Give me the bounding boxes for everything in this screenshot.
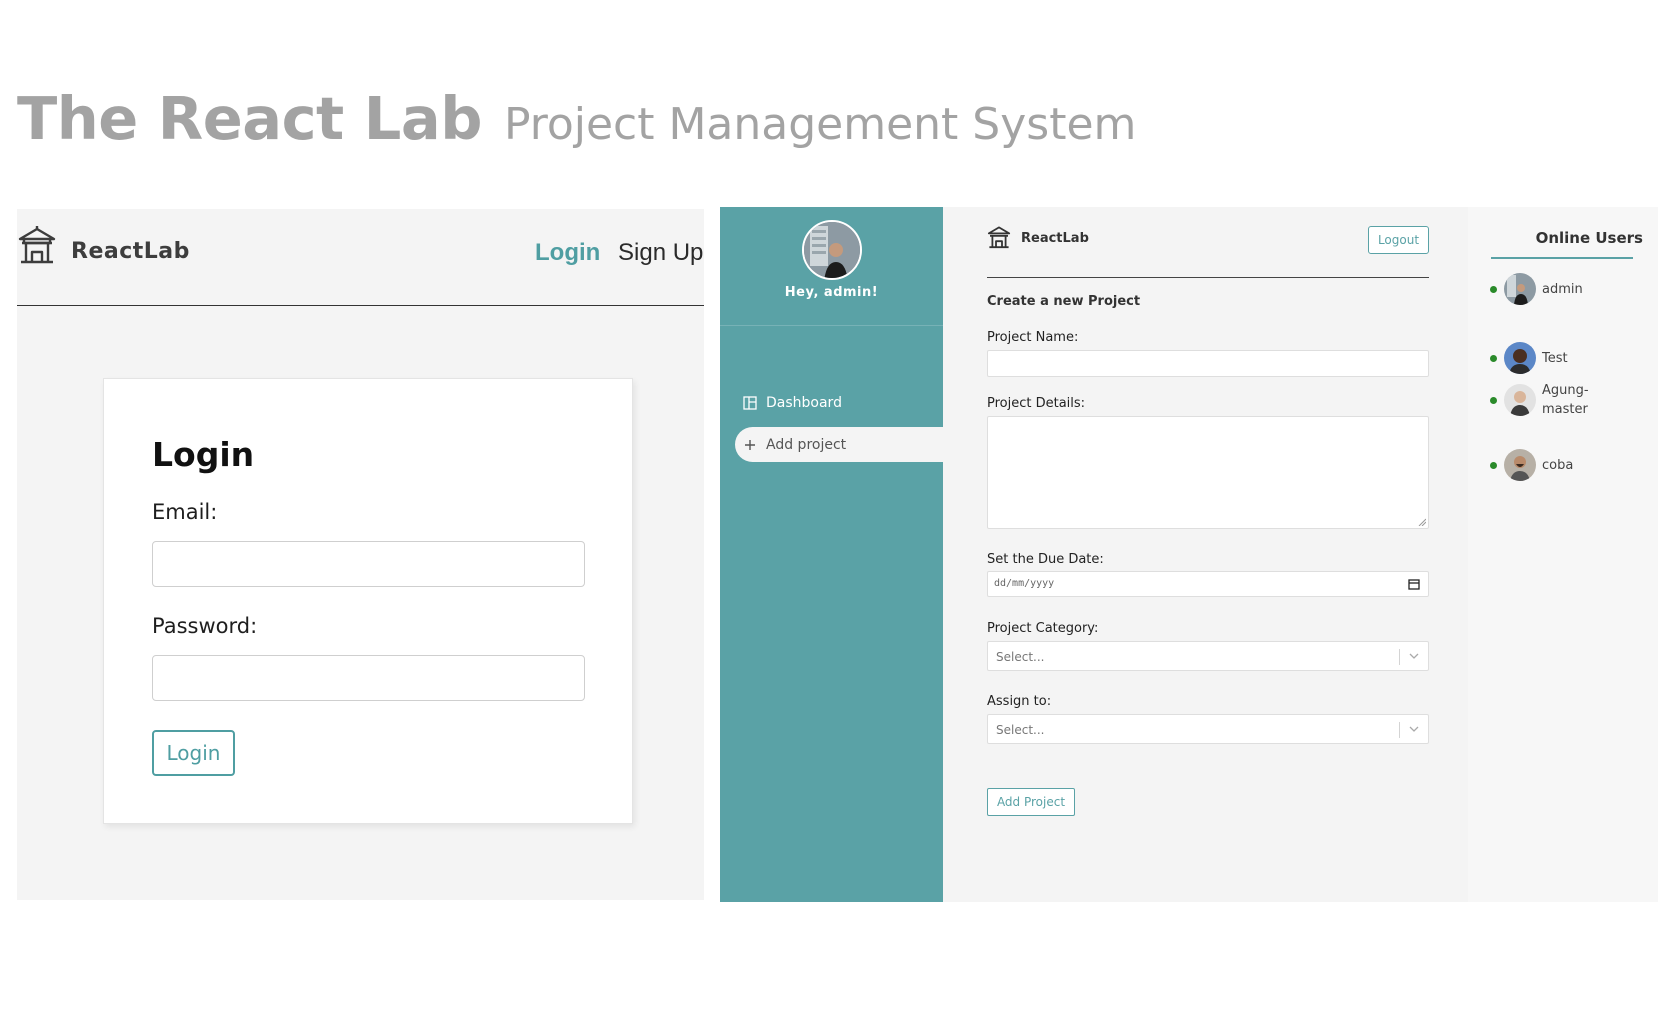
project-name-label: Project Name: [987,330,1079,345]
online-user-name: Test [1542,350,1568,366]
avatar [1504,273,1536,305]
avatar-photo-icon [804,222,860,278]
brand-name[interactable]: ReactLab [1021,231,1089,246]
sidebar-divider [720,325,943,326]
page: The React Lab Project Management System … [0,0,1678,1020]
assign-select[interactable]: Select... [987,714,1429,744]
avatar [1504,449,1536,481]
project-details-label: Project Details: [987,396,1086,411]
header-divider [987,277,1429,278]
due-date-placeholder: dd/mm/yyyy [994,578,1055,589]
password-field[interactable] [152,655,585,701]
category-placeholder: Select... [996,650,1045,664]
user-photo-icon [1504,384,1536,416]
online-user[interactable]: coba [1490,449,1573,481]
hero-title: The React Lab [17,84,482,153]
due-date-input[interactable]: dd/mm/yyyy [987,571,1429,597]
due-date-label: Set the Due Date: [987,552,1104,567]
email-label: Email: [152,500,218,524]
online-status-dot [1490,354,1497,362]
sidebar: Hey, admin! Dashboard Add project [720,207,943,902]
user-photo-icon [1504,273,1536,305]
online-user-name: coba [1542,457,1574,473]
avatar [1504,342,1536,374]
project-details-textarea[interactable] [987,416,1429,529]
online-user[interactable]: Agung-master [1490,381,1602,419]
sidebar-item-label: Dashboard [766,394,842,411]
select-separator [1399,649,1400,665]
email-field[interactable] [152,541,585,587]
sidebar-item-dashboard[interactable]: Dashboard [735,385,943,420]
brand-name[interactable]: ReactLab [71,239,190,264]
temple-logo-icon [18,226,56,264]
logout-button[interactable]: Logout [1368,226,1429,254]
login-title: Login [152,435,255,474]
online-user[interactable]: admin [1490,273,1583,305]
login-button[interactable]: Login [152,730,235,776]
online-users-panel: Online Users admin Test Agung-master cob… [1468,207,1658,902]
sidebar-item-add-project[interactable]: Add project [735,427,943,462]
select-separator [1399,722,1400,738]
add-project-button[interactable]: Add Project [987,788,1075,816]
calendar-icon[interactable] [1408,578,1420,590]
online-status-dot [1490,461,1497,469]
user-photo-icon [1504,342,1536,374]
online-status-dot [1490,396,1497,404]
plus-icon [743,438,757,452]
sidebar-item-label: Add project [766,436,847,453]
project-name-input[interactable] [987,350,1429,377]
dashboard-icon [743,395,757,410]
category-select[interactable]: Select... [987,641,1429,671]
online-status-dot [1490,285,1497,293]
online-users-divider [1491,257,1633,259]
login-card: Login Email: Password: Login [103,378,633,824]
avatar [802,220,862,280]
temple-logo-icon [987,226,1011,249]
online-user-name: admin [1542,281,1583,297]
assign-placeholder: Select... [996,723,1045,737]
main-content: ReactLab Logout Create a new Project Pro… [943,207,1468,902]
chevron-down-icon[interactable] [1408,650,1420,662]
dashboard-screen: Hey, admin! Dashboard Add project ReactL… [720,207,1658,902]
resize-handle-icon[interactable] [1418,518,1426,526]
online-user[interactable]: Test [1490,342,1568,374]
login-screen: ReactLab Login Sign Up Login Email: Pass… [17,209,704,900]
assign-label: Assign to: [987,694,1052,709]
password-label: Password: [152,614,258,638]
nav-login-link[interactable]: Login [535,239,600,267]
form-heading: Create a new Project [987,294,1141,309]
login-navbar: ReactLab Login Sign Up [17,209,704,306]
online-users-title: Online Users [1535,229,1643,247]
category-label: Project Category: [987,621,1099,636]
user-photo-icon [1504,449,1536,481]
hero: The React Lab Project Management System [17,84,1136,153]
nav-signup-link[interactable]: Sign Up [618,239,703,267]
greeting: Hey, admin! [784,285,879,300]
avatar [1504,384,1536,416]
chevron-down-icon[interactable] [1408,723,1420,735]
hero-subtitle: Project Management System [503,99,1137,150]
online-user-name: Agung-master [1542,383,1589,417]
